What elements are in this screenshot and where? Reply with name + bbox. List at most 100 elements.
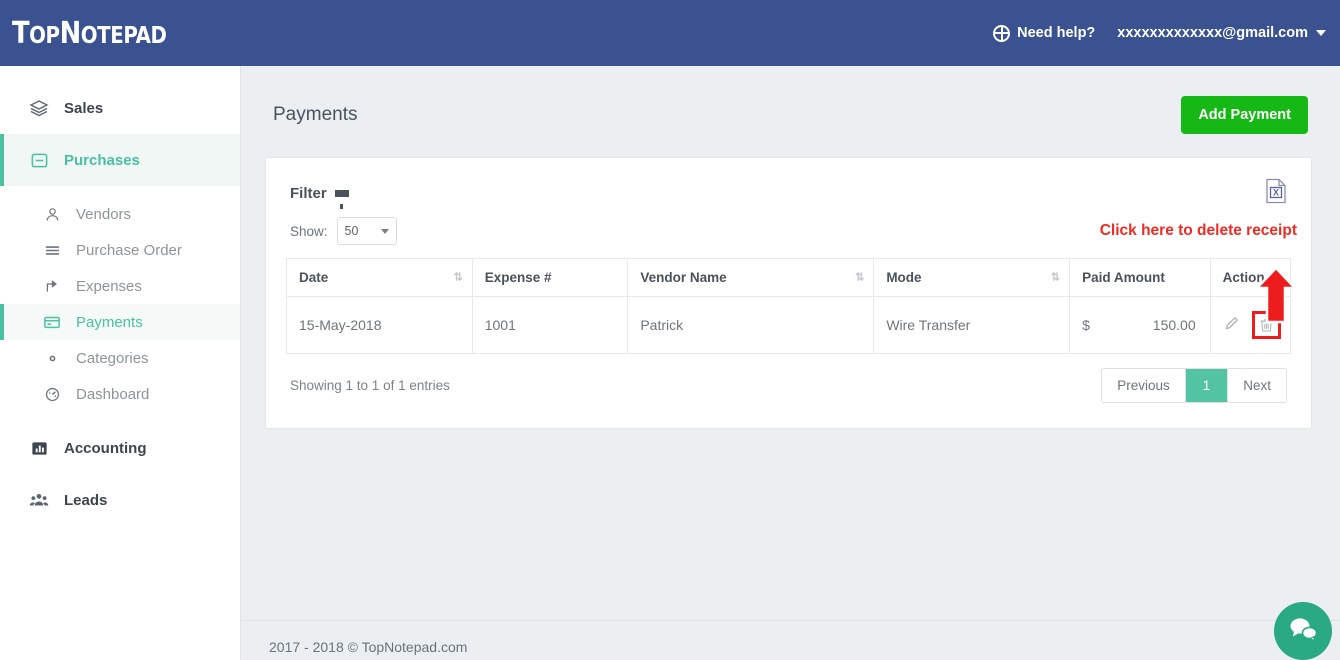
top-navigation-bar: TOPNOTEPAD Need help? xxxxxxxxxxxxx@gmai…: [0, 0, 1340, 66]
minus-box-icon: [28, 151, 50, 170]
column-header-vendor-name[interactable]: Vendor Name ⇅: [627, 258, 875, 297]
column-label: Action: [1222, 270, 1265, 285]
table-footer: Showing 1 to 1 of 1 entries Previous 1 N…: [266, 354, 1311, 403]
cell-expense-no: 1001: [471, 296, 629, 354]
cell-mode: Wire Transfer: [873, 296, 1071, 354]
share-icon: [42, 278, 62, 295]
gear-icon: [42, 350, 62, 367]
chevron-down-icon: [380, 228, 389, 234]
bar-chart-icon: [28, 439, 50, 458]
cell-actions: [1209, 296, 1292, 354]
user-outline-icon: [42, 206, 62, 223]
sidebar-item-purchases[interactable]: Purchases: [0, 134, 240, 186]
credit-card-icon: [42, 313, 62, 331]
filter-toggle[interactable]: Filter: [290, 185, 349, 209]
column-header-date[interactable]: Date ⇅: [286, 258, 473, 297]
amount-value: 150.00: [1152, 317, 1196, 333]
top-bar-right-group: Need help? xxxxxxxxxxxxx@gmail.com: [993, 0, 1332, 66]
show-entries-value: 50: [344, 224, 359, 238]
page-header: Payments Add Payment: [241, 66, 1340, 138]
entries-summary: Showing 1 to 1 of 1 entries: [290, 378, 450, 393]
sidebar-item-label: Purchases: [64, 151, 140, 169]
logo-n: N: [59, 15, 82, 51]
sidebar-item-label: Vendors: [76, 205, 132, 223]
gauge-icon: [42, 386, 62, 403]
delete-trash-icon[interactable]: [1251, 311, 1281, 339]
cell-vendor-name: Patrick: [627, 296, 875, 354]
sort-icon: ⇅: [453, 271, 463, 283]
cell-date: 15-May-2018: [286, 296, 473, 354]
app-logo[interactable]: TOPNOTEPAD: [12, 15, 167, 51]
sidebar-item-vendors[interactable]: Vendors: [0, 196, 240, 232]
payments-table: Date ⇅ Expense # Vendor Name ⇅ Mode ⇅ Pa…: [286, 258, 1292, 354]
pagination-previous[interactable]: Previous: [1102, 369, 1186, 402]
column-header-expense-no[interactable]: Expense #: [471, 258, 629, 297]
excel-export-icon[interactable]: X: [1265, 178, 1287, 209]
svg-text:X: X: [1273, 187, 1279, 197]
filter-label: Filter: [290, 185, 327, 202]
pagination-next[interactable]: Next: [1228, 369, 1286, 402]
app-root: TOPNOTEPAD Need help? xxxxxxxxxxxxx@gmai…: [0, 0, 1340, 660]
chat-bubbles-icon: [1288, 616, 1318, 647]
sidebar-item-dashboard[interactable]: Dashboard: [0, 376, 240, 412]
logo-otepad: OTEPAD: [80, 22, 167, 49]
people-icon: [28, 490, 50, 510]
column-header-paid-amount[interactable]: Paid Amount: [1069, 258, 1211, 297]
card-toolbar: Filter X: [266, 158, 1311, 209]
page-title: Payments: [273, 104, 358, 125]
sidebar-item-label: Categories: [76, 349, 149, 367]
sidebar-item-label: Dashboard: [76, 385, 150, 403]
page-footer: 2017 - 2018 © TopNotepad.com: [241, 620, 1340, 660]
pagination-page-1[interactable]: 1: [1185, 369, 1229, 402]
sidebar-item-label: Accounting: [64, 439, 147, 457]
sidebar-item-leads[interactable]: Leads: [0, 474, 240, 526]
column-label: Mode: [886, 270, 922, 285]
filter-funnel-icon: [334, 190, 349, 209]
sort-icon: ⇅: [1050, 271, 1061, 283]
chevron-down-icon: [1316, 30, 1326, 36]
sidebar-item-expenses[interactable]: Expenses: [0, 268, 240, 304]
sidebar-item-payments[interactable]: Payments: [0, 304, 240, 340]
column-label: Expense #: [484, 270, 552, 285]
account-menu[interactable]: xxxxxxxxxxxxx@gmail.com: [1117, 25, 1326, 41]
logo-t: T: [12, 15, 30, 51]
table-row: 15-May-2018 1001 Patrick Wire Transfer $…: [286, 296, 1292, 354]
column-label: Paid Amount: [1082, 270, 1165, 285]
column-label: Date: [299, 270, 329, 285]
life-buoy-icon: [993, 24, 1011, 42]
list-icon: [42, 242, 62, 259]
column-label: Vendor Name: [640, 270, 727, 285]
sidebar-item-label: Sales: [64, 99, 104, 117]
delete-annotation-text: Click here to delete receipt: [1099, 222, 1297, 239]
sidebar-item-label: Expenses: [76, 277, 142, 295]
table-header-row: Date ⇅ Expense # Vendor Name ⇅ Mode ⇅ Pa…: [286, 258, 1292, 297]
sidebar-item-label: Leads: [64, 491, 108, 509]
edit-pencil-icon[interactable]: [1223, 315, 1240, 335]
sidebar-item-label: Purchase Order: [76, 241, 182, 259]
column-header-mode[interactable]: Mode ⇅: [873, 258, 1071, 297]
sort-icon: ⇅: [855, 271, 865, 283]
cell-paid-amount: $ 150.00: [1069, 296, 1211, 354]
sidebar-item-categories[interactable]: Categories: [0, 340, 240, 376]
show-entries-select[interactable]: 50: [336, 217, 397, 245]
payments-card: Filter X Show: 50 Click here to delete r…: [265, 157, 1312, 429]
sidebar-item-accounting[interactable]: Accounting: [0, 422, 240, 474]
need-help-label: Need help?: [1017, 25, 1096, 41]
sidebar-navigation: Sales Purchases Vendors Purchase Order E…: [0, 66, 241, 660]
show-entries-group: Show: 50: [290, 217, 397, 245]
chat-widget-button[interactable]: [1274, 602, 1332, 660]
copyright-text: 2017 - 2018 © TopNotepad.com: [269, 639, 468, 655]
column-header-action: Action: [1209, 258, 1292, 297]
sidebar-item-sales[interactable]: Sales: [0, 82, 240, 134]
main-content: Payments Add Payment Filter X Show: 50 C…: [241, 66, 1340, 660]
logo-op: OP: [29, 22, 60, 49]
add-payment-button[interactable]: Add Payment: [1181, 96, 1308, 134]
show-entries-label: Show:: [290, 223, 328, 239]
need-help-link[interactable]: Need help?: [993, 24, 1096, 42]
table-controls-row: Show: 50 Click here to delete receipt: [266, 209, 1311, 245]
account-email-label: xxxxxxxxxxxxx@gmail.com: [1117, 25, 1308, 41]
pagination: Previous 1 Next: [1101, 368, 1287, 403]
layers-icon: [28, 98, 50, 118]
sidebar-item-label: Payments: [76, 313, 143, 331]
sidebar-item-purchase-order[interactable]: Purchase Order: [0, 232, 240, 268]
